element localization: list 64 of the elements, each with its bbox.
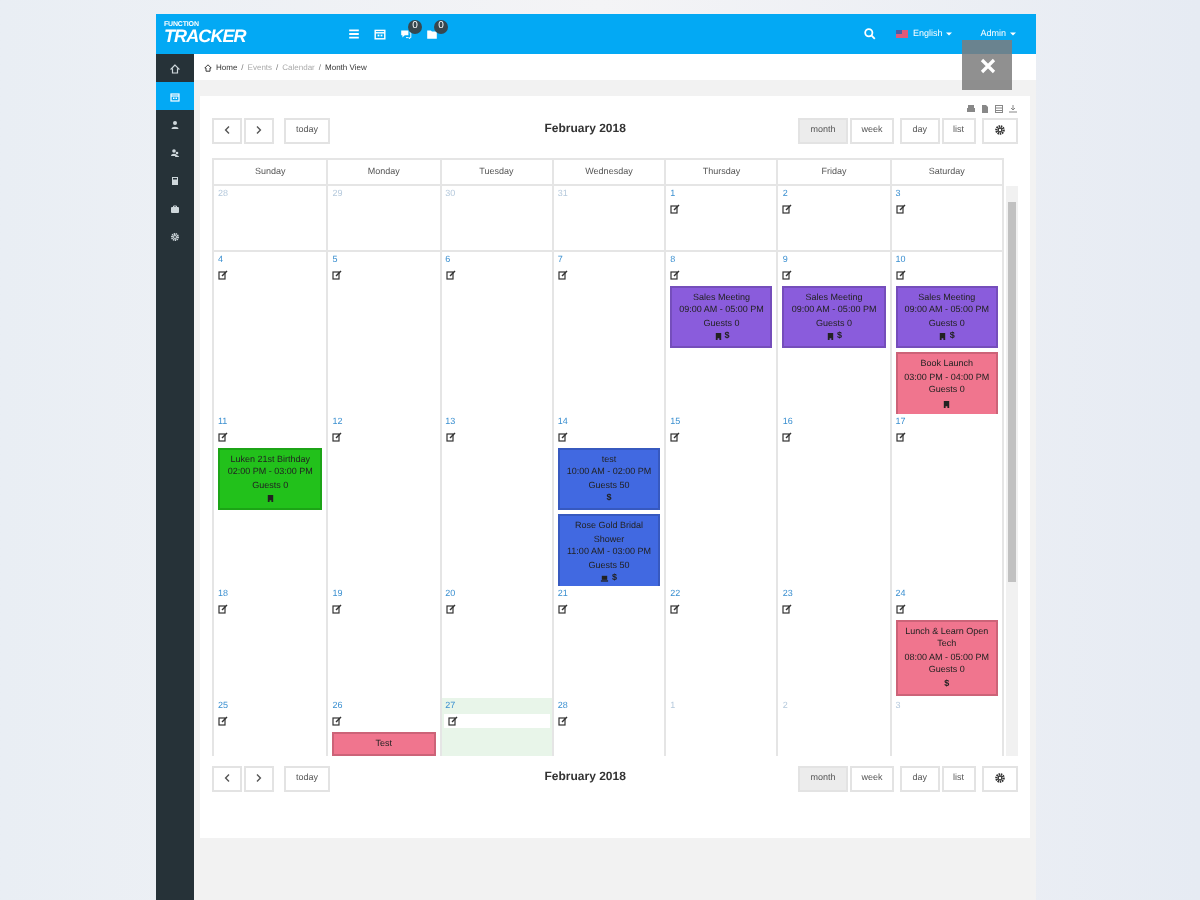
flag-icon: [896, 30, 909, 38]
chevron-right-icon: [256, 126, 262, 134]
edit-icon[interactable]: [782, 603, 793, 614]
edit-icon[interactable]: [557, 269, 568, 280]
edit-icon[interactable]: [445, 603, 456, 614]
edit-icon[interactable]: [332, 603, 343, 614]
close-icon: [979, 57, 995, 73]
edit-icon[interactable]: [218, 603, 228, 614]
chevron-left-icon: [224, 126, 230, 134]
edit-icon[interactable]: [557, 715, 568, 726]
edit-icon[interactable]: [895, 603, 906, 614]
edit-icon[interactable]: [445, 431, 456, 442]
folder-icon[interactable]: [426, 28, 438, 40]
calendar-icon: [170, 91, 180, 101]
home-icon: [204, 63, 212, 71]
scrollbar[interactable]: [1006, 186, 1018, 756]
building-icon: [938, 332, 948, 341]
edit-icon[interactable]: [557, 431, 568, 442]
home-icon: [170, 63, 180, 73]
edit-icon[interactable]: [218, 431, 228, 442]
edit-icon[interactable]: [895, 203, 906, 214]
chevron-left-icon: [224, 774, 230, 782]
edit-icon[interactable]: [332, 269, 343, 280]
settings-icon: [170, 231, 180, 241]
search-icon[interactable]: [864, 28, 877, 40]
settings-icon: [994, 772, 1006, 784]
building-icon: [826, 332, 836, 341]
edit-icon[interactable]: [557, 603, 568, 614]
settings-button[interactable]: [982, 117, 1018, 143]
edit-icon[interactable]: [782, 203, 793, 214]
list-icon[interactable]: [348, 28, 360, 40]
settings-button[interactable]: [982, 765, 1018, 791]
edit-icon[interactable]: [332, 431, 343, 442]
briefcase-icon: [170, 203, 180, 213]
edit-icon[interactable]: [445, 269, 456, 280]
chat-icon[interactable]: [400, 28, 412, 40]
edit-icon[interactable]: [447, 715, 458, 726]
download-icon[interactable]: [1008, 104, 1018, 114]
caret-icon: [946, 32, 953, 36]
edit-icon[interactable]: [670, 203, 681, 214]
edit-icon[interactable]: [332, 715, 343, 726]
calculator-icon: [170, 175, 180, 185]
spreadsheet-icon[interactable]: [994, 104, 1004, 114]
edit-icon[interactable]: [670, 269, 681, 280]
building-icon: [265, 494, 275, 503]
edit-icon[interactable]: [670, 603, 681, 614]
user-icon: [170, 119, 180, 129]
calendar-icon[interactable]: [374, 28, 386, 40]
edit-icon[interactable]: [895, 431, 906, 442]
building-icon: [942, 399, 952, 408]
edit-icon[interactable]: [670, 431, 681, 442]
edit-icon[interactable]: [218, 269, 228, 280]
building-icon: [713, 332, 723, 341]
laptop-icon: [600, 574, 610, 583]
printer-icon[interactable]: [966, 104, 976, 114]
chevron-right-icon: [256, 774, 262, 782]
caret-icon: [1010, 32, 1016, 36]
close-button[interactable]: [962, 40, 1012, 90]
settings-icon: [994, 124, 1006, 136]
edit-icon[interactable]: [782, 431, 793, 442]
edit-icon[interactable]: [218, 715, 228, 726]
users-icon: [170, 147, 180, 157]
edit-icon[interactable]: [782, 269, 793, 280]
edit-icon[interactable]: [895, 269, 906, 280]
